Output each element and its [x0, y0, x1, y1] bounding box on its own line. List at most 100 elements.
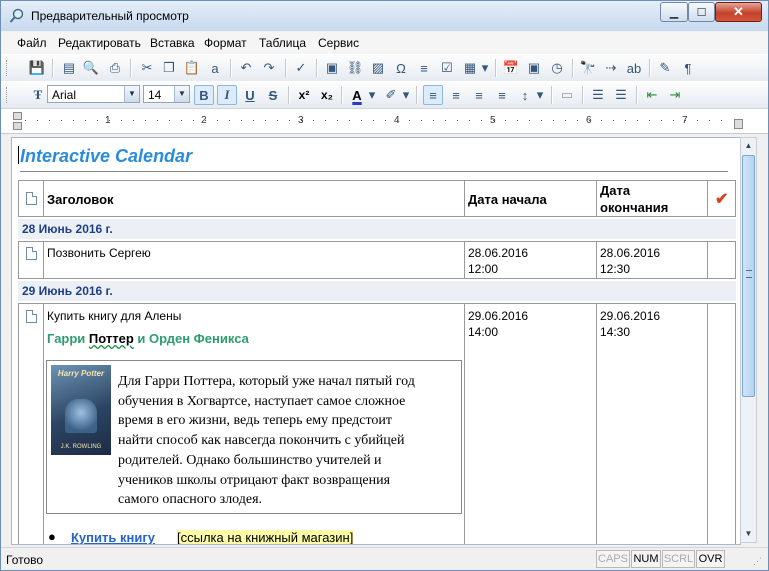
font-color-dropdown-icon[interactable]: ▾	[367, 85, 377, 105]
align-right-icon[interactable]: ≡	[469, 85, 489, 105]
italic-icon[interactable]: I	[217, 85, 237, 105]
line-spacing-icon[interactable]: ↕	[515, 85, 535, 105]
toolbar-grip[interactable]	[6, 60, 10, 76]
highlight-icon[interactable]: ✐	[381, 85, 401, 105]
task-title-cell[interactable]: Купить книгу для Алены Гарри Поттер и Ор…	[44, 304, 465, 544]
ruler-tick	[49, 120, 50, 121]
save-icon[interactable]: 💾	[27, 58, 47, 78]
task-row[interactable]: Купить книгу для Алены Гарри Поттер и Ор…	[18, 303, 736, 544]
scroll-down-icon[interactable]: ▼	[741, 526, 756, 542]
ruler-tick	[145, 120, 146, 121]
replace-icon[interactable]: ab	[624, 58, 644, 78]
minimize-button[interactable]: ▁	[660, 2, 688, 22]
subscript-icon[interactable]: x₂	[317, 85, 337, 105]
insert-text-icon[interactable]: ▣	[322, 58, 342, 78]
toolbar-separator	[52, 59, 54, 77]
task-end-cell[interactable]: 28.06.2016 12:30	[597, 242, 708, 278]
insert-link-icon[interactable]: ⛓	[345, 58, 365, 78]
task-start-cell[interactable]: 29.06.2016 14:00	[465, 304, 597, 544]
resize-grip-icon[interactable]: ⋰	[753, 556, 762, 567]
toolbar-separator	[130, 59, 132, 77]
task-start-cell[interactable]: 28.06.2016 12:00	[465, 242, 597, 278]
chevron-down-icon[interactable]: ▼	[124, 86, 139, 102]
select-all-icon[interactable]: a	[205, 58, 225, 78]
task-end-time: 12:30	[600, 262, 631, 276]
redo-icon[interactable]: ↷	[259, 58, 279, 78]
print-preview-icon[interactable]: 🔍	[81, 58, 101, 78]
ruler-tick	[721, 120, 722, 121]
edit-note-icon[interactable]: ✎	[655, 58, 675, 78]
insert-date-icon[interactable]: 📅	[501, 58, 521, 78]
indent-block-icon[interactable]: ▭	[557, 85, 577, 105]
align-center-icon[interactable]: ≡	[446, 85, 466, 105]
scroll-up-icon[interactable]: ▲	[741, 138, 756, 154]
find-next-icon[interactable]: ⇢	[601, 58, 621, 78]
bullet-list-icon[interactable]: ☰	[611, 85, 631, 105]
menu-insert[interactable]: Вставка	[150, 36, 195, 50]
underline-icon[interactable]: U	[240, 85, 260, 105]
document-area[interactable]: Interactive Calendar Заголовок Дата нача…	[11, 137, 741, 545]
bold-icon[interactable]: B	[194, 85, 214, 105]
insert-image-icon[interactable]: ▨	[368, 58, 388, 78]
copy-icon[interactable]: ❐	[159, 58, 179, 78]
indent-icon[interactable]: ⇥	[665, 85, 685, 105]
toolbar-grip[interactable]	[6, 87, 10, 103]
font-size-select[interactable]: 14 ▼	[143, 85, 190, 103]
menu-file[interactable]: Файл	[17, 36, 47, 50]
maximize-button[interactable]: ☐	[688, 2, 715, 22]
task-end-cell[interactable]: 29.06.2016 14:30	[597, 304, 708, 544]
toolbar-separator	[649, 59, 651, 77]
toolbar-separator	[495, 59, 497, 77]
highlight-dropdown-icon[interactable]: ▾	[401, 85, 411, 105]
task-title-cell[interactable]: Позвонить Сергею	[44, 242, 465, 278]
page-setup-icon[interactable]: ▤	[59, 58, 79, 78]
font-name-select[interactable]: Arial ▼	[47, 85, 140, 103]
numbered-list-icon[interactable]: ☰	[588, 85, 608, 105]
insert-calendar-icon[interactable]: ▣	[524, 58, 544, 78]
ruler-tick	[181, 120, 182, 121]
ruler-tick	[649, 120, 650, 121]
check-icon: ✔	[715, 191, 729, 208]
align-left-icon[interactable]: ≡	[423, 85, 443, 105]
task-row[interactable]: Позвонить Сергею 28.06.2016 12:00 28.06.…	[18, 241, 736, 279]
spellcheck-icon[interactable]: ✓	[291, 58, 311, 78]
insert-time-icon[interactable]: ◷	[547, 58, 567, 78]
insert-table-icon[interactable]: ▦	[460, 58, 480, 78]
close-button[interactable]: ✕	[715, 2, 762, 22]
menu-service[interactable]: Сервис	[318, 36, 359, 50]
cut-icon[interactable]: ✂	[137, 58, 157, 78]
ruler-tick	[685, 120, 686, 121]
insert-line-icon[interactable]: ≡	[414, 58, 434, 78]
title-divider	[20, 171, 728, 172]
menu-table[interactable]: Таблица	[259, 36, 306, 50]
buy-book-link[interactable]: Купить книгу	[71, 530, 155, 544]
scrollbar-thumb[interactable]	[742, 155, 755, 397]
shop-link[interactable]: [ссылка на книжный магазин]	[177, 530, 354, 544]
chevron-down-icon[interactable]: ▼	[174, 86, 189, 102]
line-spacing-dropdown-icon[interactable]: ▾	[535, 85, 545, 105]
insert-checkbox-icon[interactable]: ☑	[437, 58, 457, 78]
right-indent-marker[interactable]	[734, 119, 743, 129]
date-group-header: 28 Июнь 2016 г.	[18, 219, 736, 239]
insert-symbol-icon[interactable]: Ω	[391, 58, 411, 78]
undo-icon[interactable]: ↶	[236, 58, 256, 78]
print-icon[interactable]: ⎙	[105, 58, 125, 78]
menu-format[interactable]: Формат	[204, 36, 247, 50]
toolbar-separator	[572, 59, 574, 77]
paste-icon[interactable]: 📋	[182, 58, 202, 78]
font-color-icon[interactable]: A	[347, 85, 367, 105]
justify-icon[interactable]: ≡	[492, 85, 512, 105]
table-dropdown-icon[interactable]: ▾	[480, 58, 490, 78]
menu-edit[interactable]: Редактировать	[58, 36, 141, 50]
outdent-icon[interactable]: ⇤	[642, 85, 662, 105]
find-icon[interactable]: 🔭	[578, 58, 598, 78]
book-description: Для Гарри Поттера, который уже начал пят…	[118, 372, 463, 510]
pilcrow-icon[interactable]: ¶	[678, 58, 698, 78]
left-indent-marker[interactable]	[13, 122, 22, 130]
ruler-tick	[289, 120, 290, 121]
first-indent-marker[interactable]	[13, 112, 22, 120]
vertical-scrollbar[interactable]: ▲ ▼	[740, 137, 757, 543]
strikethrough-icon[interactable]: S	[263, 85, 283, 105]
superscript-icon[interactable]: x²	[294, 85, 314, 105]
task-end-time: 14:30	[600, 325, 631, 339]
